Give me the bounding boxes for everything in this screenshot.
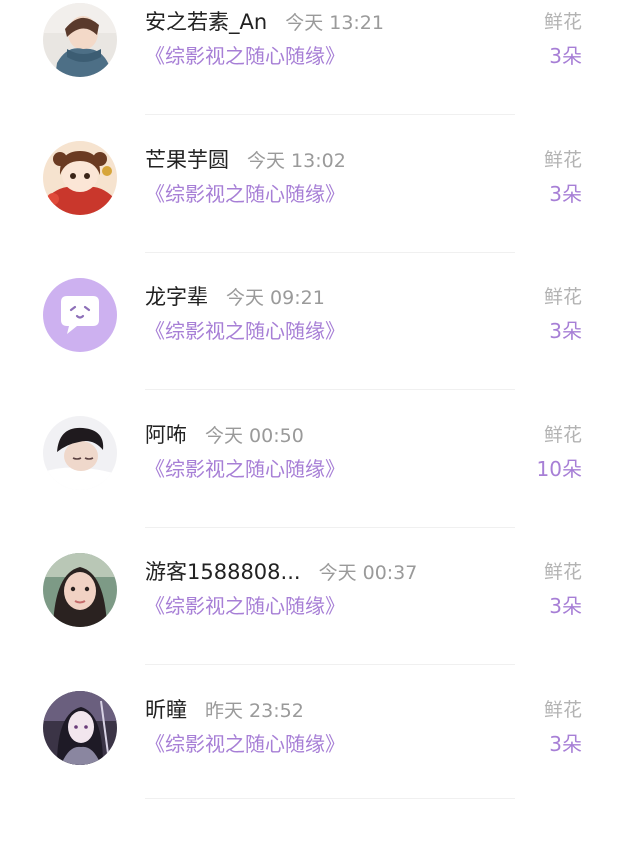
gift-type-label: 鲜花 — [543, 699, 582, 721]
avatar[interactable] — [43, 691, 117, 765]
divider — [145, 114, 515, 115]
gift-type-label: 鲜花 — [543, 286, 582, 308]
user-name[interactable]: 昕瞳 — [145, 698, 187, 722]
gift-count: 3朵 — [549, 732, 582, 756]
avatar[interactable] — [43, 3, 117, 77]
name-line: 芒果芋圆 今天 13:02 — [145, 143, 346, 177]
name-line: 龙字辈 今天 09:21 — [145, 280, 325, 314]
cartoon-girl-avatar-icon — [43, 141, 117, 215]
gift-count: 3朵 — [549, 182, 582, 206]
gift-type-label: 鲜花 — [543, 561, 582, 583]
book-title[interactable]: 《综影视之随心随缘》 — [145, 315, 345, 347]
divider — [145, 798, 515, 799]
gift-type-label: 鲜花 — [543, 11, 582, 33]
divider — [145, 252, 515, 253]
gift-time: 今天 09:21 — [226, 287, 325, 309]
flower-gift-list: 安之若素_An 今天 13:21 《综影视之随心随缘》 鲜花 3朵 芒果芋圆 今天 … — [0, 0, 640, 827]
book-title[interactable]: 《综影视之随心随缘》 — [145, 40, 345, 72]
avatar[interactable] — [43, 141, 117, 215]
name-line: 游客1588808... 今天 00:37 — [145, 555, 417, 589]
list-item[interactable]: 昕瞳 昨天 23:52 《综影视之随心随缘》 鲜花 3朵 — [0, 691, 640, 865]
user-name[interactable]: 芒果芋圆 — [145, 148, 229, 172]
woman-selfie-avatar-icon — [43, 553, 117, 627]
gift-time: 昨天 23:52 — [205, 700, 304, 722]
user-name[interactable]: 阿咘 — [145, 423, 187, 447]
gift-type-label: 鲜花 — [543, 424, 582, 446]
girl-scarf-avatar-icon — [43, 3, 117, 77]
avatar[interactable] — [43, 553, 117, 627]
boy-sleeping-avatar-icon — [43, 416, 117, 490]
gift-time: 今天 00:50 — [205, 425, 304, 447]
gift-time: 今天 13:21 — [285, 12, 384, 34]
gift-time: 今天 00:37 — [318, 562, 418, 584]
divider — [145, 527, 515, 528]
name-line: 安之若素_An 今天 13:21 — [145, 5, 384, 39]
book-title[interactable]: 《综影视之随心随缘》 — [145, 178, 345, 210]
anime-character-avatar-icon — [43, 691, 117, 765]
gift-count: 3朵 — [549, 594, 582, 618]
book-title[interactable]: 《综影视之随心随缘》 — [145, 590, 345, 622]
user-name[interactable]: 安之若素_An — [145, 10, 267, 34]
avatar[interactable] — [43, 278, 117, 352]
divider — [145, 389, 515, 390]
name-line: 昕瞳 昨天 23:52 — [145, 693, 304, 727]
avatar[interactable] — [43, 416, 117, 490]
user-name[interactable]: 龙字辈 — [145, 285, 208, 309]
gift-time: 今天 13:02 — [247, 150, 346, 172]
book-title[interactable]: 《综影视之随心随缘》 — [145, 728, 345, 760]
gift-count: 3朵 — [549, 319, 582, 343]
gift-type-label: 鲜花 — [543, 149, 582, 171]
divider — [145, 664, 515, 665]
book-title[interactable]: 《综影视之随心随缘》 — [145, 453, 345, 485]
default-chat-avatar-icon — [43, 278, 117, 352]
gift-count: 10朵 — [536, 457, 582, 481]
gift-count: 3朵 — [549, 44, 582, 68]
name-line: 阿咘 今天 00:50 — [145, 418, 304, 452]
user-name[interactable]: 游客1588808... — [145, 560, 301, 584]
